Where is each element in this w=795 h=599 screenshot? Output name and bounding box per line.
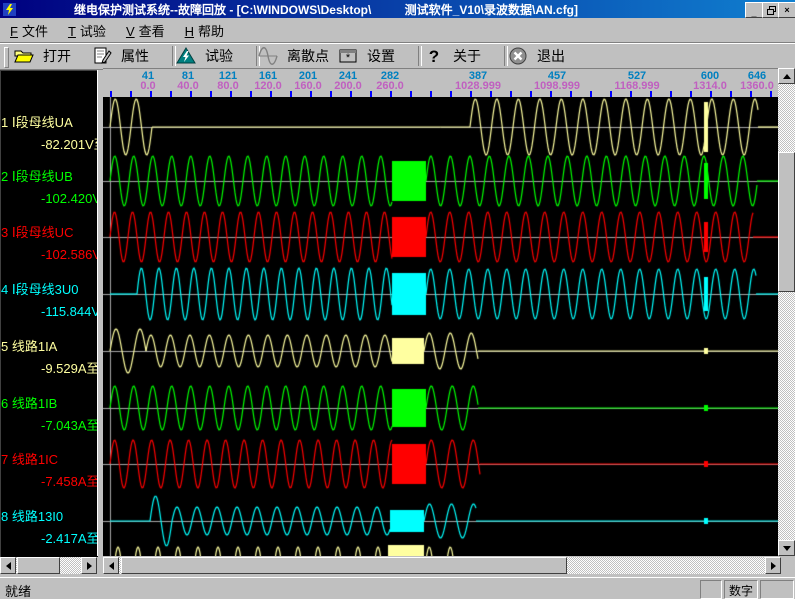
channel-range-1: -82.201V至8: [41, 134, 98, 153]
settings-button[interactable]: * 设置: [338, 44, 395, 68]
properties-icon: [92, 47, 112, 65]
channel-name-5[interactable]: 5 线路1IA: [1, 336, 98, 355]
open-button[interactable]: 打开: [14, 44, 71, 68]
status-bar: 就绪 数字: [0, 577, 795, 599]
discrete-points-button-label: 离散点: [287, 46, 329, 66]
waveform-canvas[interactable]: [103, 97, 778, 556]
time-ruler: 410.08140.012180.0161120.0201160.0241200…: [103, 68, 778, 98]
minimize-button[interactable]: _: [745, 2, 763, 18]
channel-range-4: -115.844V至: [41, 301, 98, 320]
channel-name-3[interactable]: 3 Ⅰ段母线UC: [1, 222, 98, 241]
sine-wave-icon: [258, 47, 278, 65]
channel-name-7[interactable]: 7 线路1IC: [1, 449, 98, 468]
channel-range-3: -102.586V至: [41, 244, 98, 263]
toolbar-separator: [418, 46, 422, 66]
ruler-time-label: 1098.999: [534, 80, 580, 92]
menu-bar: F文件T试验V查看H帮助: [0, 18, 795, 43]
settings-icon: *: [338, 47, 358, 65]
toolbar: 打开 属性 试验 离散点 * 设置? 关于 退出: [0, 43, 795, 70]
status-pane-num: 数字: [724, 580, 758, 599]
channel-range-2: -102.420V至: [41, 188, 98, 207]
status-pane-0: [700, 580, 722, 599]
channel-range-7: -7.458A至7.: [41, 471, 98, 490]
about-icon: ?: [424, 47, 444, 65]
exit-icon: [508, 47, 528, 65]
menu-item-view[interactable]: V查看: [116, 19, 175, 42]
channel-list-panel: 1 Ⅰ段母线UA -82.201V至8 2 Ⅰ段母线UB -102.420V至 3 Ⅰ段…: [0, 70, 98, 557]
left-panel-scrollbar-right-arrow[interactable]: [81, 557, 97, 574]
menu-item-help[interactable]: H帮助: [175, 19, 234, 42]
restore-icon: [767, 6, 776, 15]
test-icon: [176, 47, 196, 65]
waveform-vscrollbar[interactable]: [778, 68, 795, 556]
waveform-scrollbar-thumb[interactable]: [121, 557, 567, 574]
status-pane-2: [760, 580, 794, 599]
about-button[interactable]: ? 关于: [424, 44, 481, 68]
toolbar-grip[interactable]: [4, 47, 9, 68]
left-panel-hscrollbar[interactable]: [0, 557, 97, 574]
open-button-label: 打开: [43, 46, 71, 66]
about-button-label: 关于: [453, 46, 481, 66]
exit-button[interactable]: 退出: [508, 44, 565, 68]
ruler-time-label: 40.0: [177, 80, 198, 92]
app-icon: [3, 3, 16, 16]
settings-button-label: 设置: [367, 46, 395, 66]
test-button-label: 试验: [205, 46, 233, 66]
ruler-time-label: 1168.999: [614, 80, 659, 92]
menu-item-test[interactable]: T试验: [58, 19, 116, 42]
left-panel-scrollbar-left-arrow[interactable]: [0, 557, 16, 574]
channel-range-6: -7.043A至7.: [41, 415, 98, 434]
svg-text:?: ?: [429, 47, 439, 65]
ruler-time-label: 80.0: [217, 80, 238, 92]
ruler-time-label: 0.0: [140, 80, 155, 92]
channel-name-2[interactable]: 2 Ⅰ段母线UB: [1, 166, 98, 185]
application-window: 继电保护测试系统--故障回放 - [C:\WINDOWS\Desktop\ 测试…: [0, 0, 795, 599]
close-button[interactable]: ×: [778, 2, 795, 18]
waveform-vscrollbar-thumb[interactable]: [778, 152, 795, 292]
status-text: 就绪: [5, 581, 31, 599]
ruler-time-label: 160.0: [294, 80, 322, 92]
channel-range-8: -2.417A至4.: [41, 528, 98, 547]
menu-item-file[interactable]: F文件: [0, 19, 58, 42]
exit-button-label: 退出: [537, 46, 565, 66]
channel-name-4[interactable]: 4 Ⅰ段母线3U0: [1, 279, 98, 298]
window-title: 继电保护测试系统--故障回放 - [C:\WINDOWS\Desktop\ 测试…: [74, 1, 578, 18]
folder-open-icon: [14, 47, 34, 65]
title-bar: 继电保护测试系统--故障回放 - [C:\WINDOWS\Desktop\ 测试…: [0, 0, 795, 18]
channel-name-8[interactable]: 8 线路13I0: [1, 506, 98, 525]
properties-button[interactable]: 属性: [92, 44, 149, 68]
ruler-time-label: 200.0: [334, 80, 362, 92]
ruler-time-label: 120.0: [254, 80, 282, 92]
test-button[interactable]: 试验: [176, 44, 233, 68]
waveform-vscrollbar-up-arrow[interactable]: [778, 68, 795, 84]
channel-name-6[interactable]: 6 线路1IB: [1, 393, 98, 412]
ruler-time-label: 1028.999: [455, 80, 501, 92]
left-panel-scrollbar-thumb[interactable]: [17, 557, 60, 574]
waveform-vscrollbar-down-arrow[interactable]: [778, 540, 795, 556]
waveform-scrollbar-right-arrow[interactable]: [765, 557, 781, 574]
properties-button-label: 属性: [121, 46, 149, 66]
svg-text:*: *: [346, 52, 351, 64]
channel-range-5: -9.529A至14: [41, 358, 98, 377]
waveform-hscrollbar[interactable]: [103, 557, 781, 574]
waveform-area[interactable]: [103, 97, 778, 556]
waveform-scrollbar-left-arrow[interactable]: [103, 557, 119, 574]
discrete-points-button[interactable]: 离散点: [258, 44, 329, 68]
ruler-time-label: 1360.0: [740, 80, 774, 92]
channel-name-1[interactable]: 1 Ⅰ段母线UA: [1, 112, 98, 131]
